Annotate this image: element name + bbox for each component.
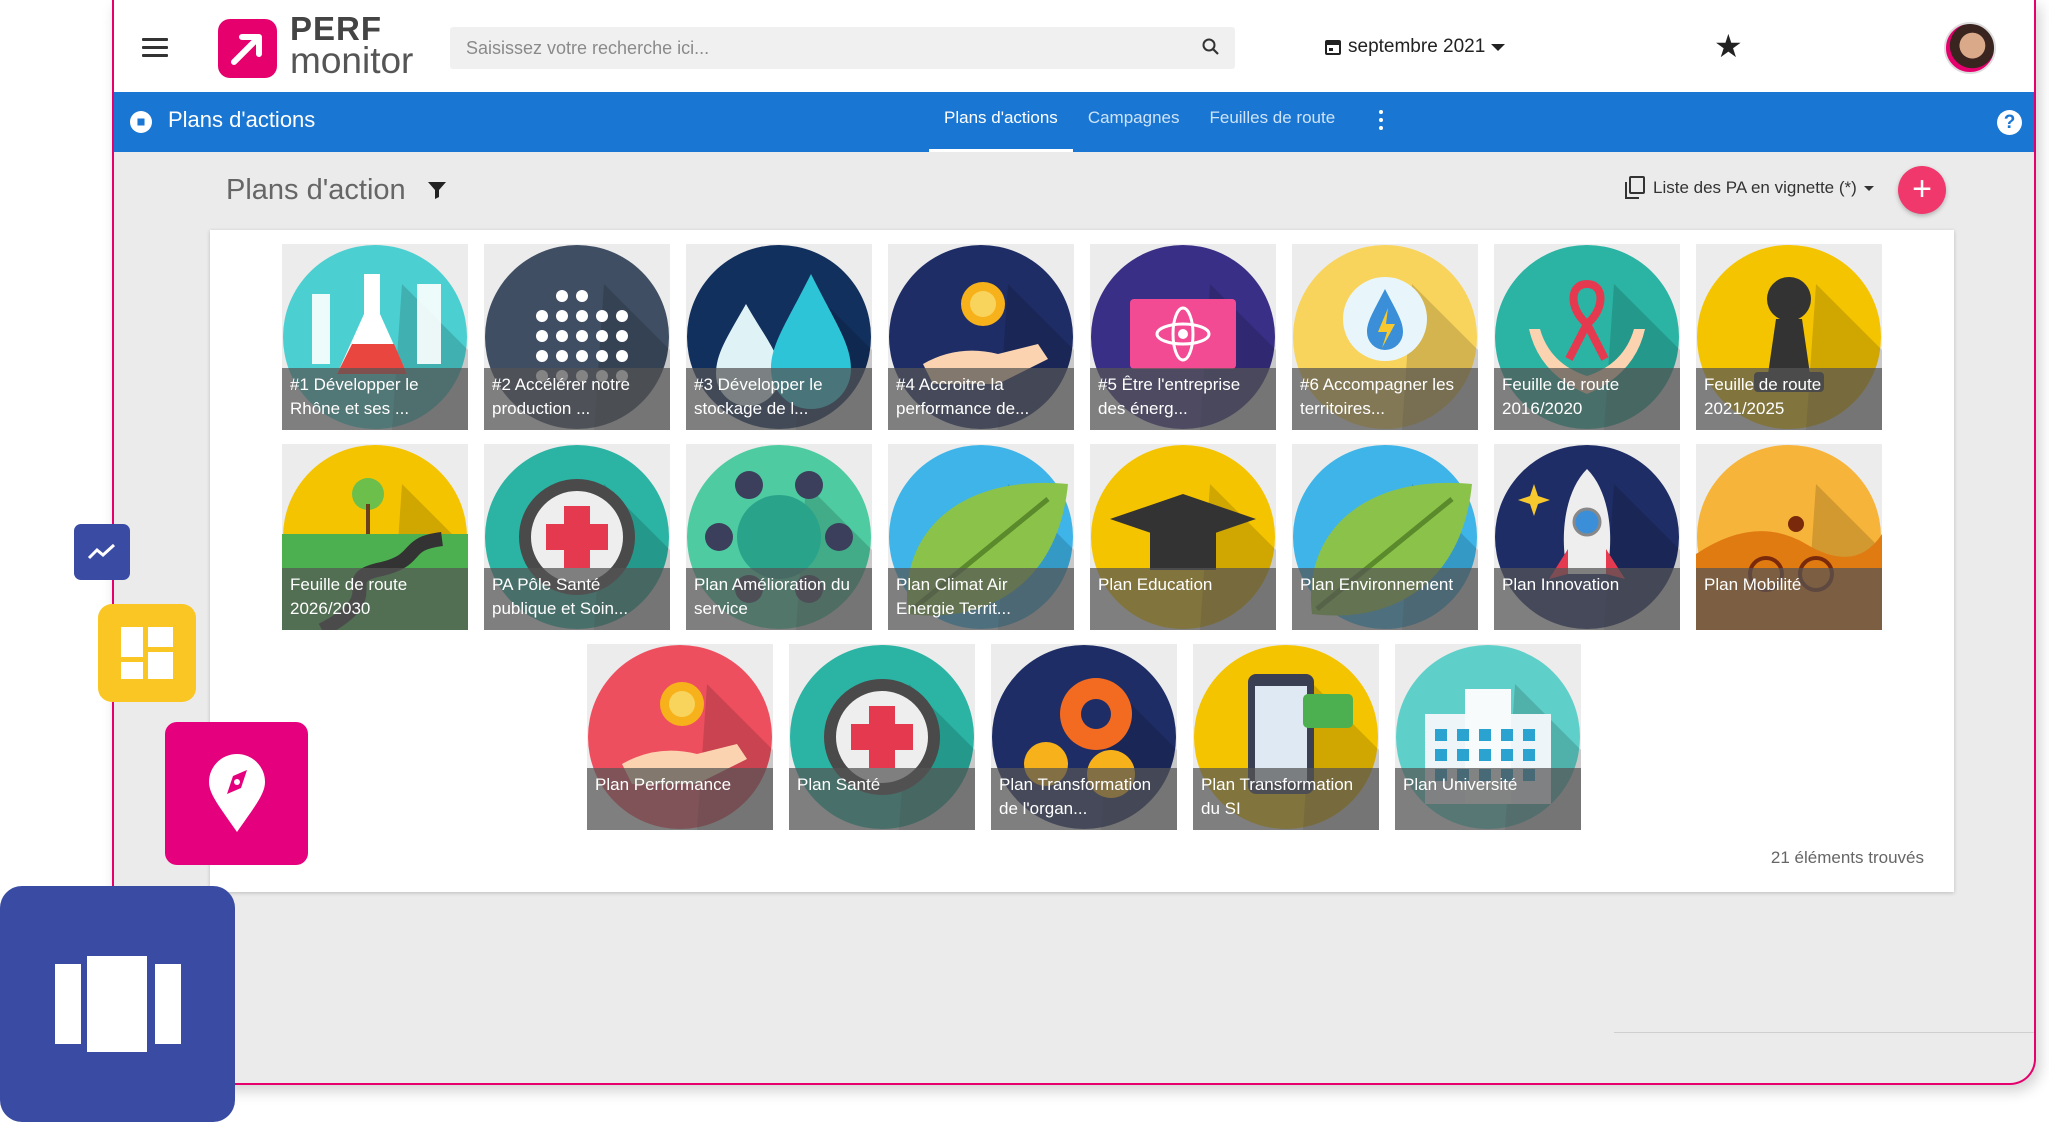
- result-count: 21 éléments trouvés: [1770, 848, 1924, 867]
- plan-tile-label: Feuille de route 2021/2025: [1696, 368, 1882, 430]
- plan-tile-label: Plan Santé: [789, 768, 975, 830]
- search-box: [450, 27, 1235, 69]
- plan-tile-label: Plan Mobilité: [1696, 568, 1882, 630]
- plan-tile-label: Plan Climat Air Energie Territ...: [888, 568, 1074, 630]
- logo-wordmark: PERF monitor: [290, 12, 414, 81]
- plan-tile-label: Plan Transformation du SI: [1193, 768, 1379, 830]
- app-window: PERF monitor septembre 2021 ★ Plans d'ac…: [112, 0, 2036, 1085]
- plan-tile[interactable]: #3 Développer le stockage de l...: [686, 244, 872, 430]
- tile-row: Plan Performance Plan Santé Plan Transform…: [587, 644, 1581, 830]
- plan-tile-label: #4 Accroitre la performance de...: [888, 368, 1074, 430]
- logo-icon: [218, 19, 277, 78]
- calendar-icon: [1325, 40, 1341, 55]
- tab-bar: Plans d'actions Campagnes Feuilles de ro…: [929, 92, 1350, 152]
- plan-tile-label: #3 Développer le stockage de l...: [686, 368, 872, 430]
- plan-tile-label: Plan Université: [1395, 768, 1581, 830]
- section-title: Plans d'actions: [168, 107, 316, 132]
- chevron-down-icon: [1863, 185, 1874, 191]
- view-mode-select[interactable]: Liste des PA en vignette (*): [1624, 176, 1874, 200]
- plan-tile[interactable]: Plan Environnement: [1292, 444, 1478, 630]
- plan-tile[interactable]: #1 Développer le Rhône et ses ...: [282, 244, 468, 430]
- tab-campagnes[interactable]: Campagnes: [1073, 92, 1195, 152]
- tab-feuilles-de-route[interactable]: Feuilles de route: [1194, 92, 1350, 152]
- date-label: septembre 2021: [1348, 36, 1486, 57]
- plan-tile-label: Plan Transformation de l'organ...: [991, 768, 1177, 830]
- avatar[interactable]: [1944, 22, 1996, 74]
- trend-chart-icon[interactable]: [74, 524, 130, 580]
- dashboard-icon[interactable]: [98, 604, 196, 702]
- plan-tile[interactable]: Plan Transformation de l'organ...: [991, 644, 1177, 830]
- plan-tile-label: PA Pôle Santé publique et Soin...: [484, 568, 670, 630]
- plan-tile[interactable]: #4 Accroitre la performance de...: [888, 244, 1074, 430]
- filter-icon[interactable]: [427, 180, 447, 205]
- star-icon[interactable]: ★: [1714, 30, 1743, 62]
- plan-tile[interactable]: Plan Climat Air Energie Territ...: [888, 444, 1074, 630]
- plan-tile[interactable]: Feuille de route 2026/2030: [282, 444, 468, 630]
- plan-tile[interactable]: Plan Université: [1395, 644, 1581, 830]
- plan-tile-label: Plan Performance: [587, 768, 773, 830]
- search-icon[interactable]: [1201, 37, 1221, 62]
- plan-tile-label: #1 Développer le Rhône et ses ...: [282, 368, 468, 430]
- plan-tile[interactable]: Feuille de route 2021/2025: [1696, 244, 1882, 430]
- tab-plans-actions[interactable]: Plans d'actions: [929, 92, 1073, 152]
- plan-tile[interactable]: #2 Accélérer notre production ...: [484, 244, 670, 430]
- compass-icon: [130, 111, 152, 133]
- plan-tile[interactable]: Plan Santé: [789, 644, 975, 830]
- location-compass-icon[interactable]: [165, 722, 308, 865]
- date-picker[interactable]: septembre 2021: [1324, 32, 1506, 62]
- view-mode-label: Liste des PA en vignette (*): [1653, 178, 1857, 197]
- logo-line-2: monitor: [290, 39, 414, 81]
- plan-tile[interactable]: Plan Amélioration du service: [686, 444, 872, 630]
- search-input[interactable]: [450, 27, 1180, 69]
- divider: [1614, 1032, 2034, 1033]
- plan-tile-label: #2 Accélérer notre production ...: [484, 368, 670, 430]
- section-nav: Plans d'actions Plans d'actions Campagne…: [114, 92, 2034, 152]
- help-icon[interactable]: ?: [1997, 110, 2022, 135]
- plan-tile[interactable]: Plan Performance: [587, 644, 773, 830]
- more-vert-icon[interactable]: [1379, 110, 1385, 134]
- plan-tile-label: Feuille de route 2026/2030: [282, 568, 468, 630]
- tiles-panel: #1 Développer le Rhône et ses ... #2 Accé…: [210, 230, 1954, 892]
- plan-tile-label: #6 Accompagner les territoires...: [1292, 368, 1478, 430]
- plan-tile-label: Feuille de route 2016/2020: [1494, 368, 1680, 430]
- tile-row: Feuille de route 2026/2030 PA Pôle Santé …: [282, 444, 1882, 630]
- tile-row: #1 Développer le Rhône et ses ... #2 Accé…: [282, 244, 1882, 430]
- plan-tile-label: #5 Être l'entreprise des énerg...: [1090, 368, 1276, 430]
- plan-tile[interactable]: Plan Mobilité: [1696, 444, 1882, 630]
- hamburger-icon[interactable]: [142, 38, 168, 58]
- plan-tile[interactable]: Plan Education: [1090, 444, 1276, 630]
- plan-tile[interactable]: #5 Être l'entreprise des énerg...: [1090, 244, 1276, 430]
- plan-tile-label: Plan Amélioration du service: [686, 568, 872, 630]
- top-bar: PERF monitor septembre 2021 ★: [114, 0, 2034, 92]
- plan-tile-label: Plan Education: [1090, 568, 1276, 630]
- plan-tile[interactable]: Plan Transformation du SI: [1193, 644, 1379, 830]
- plan-tile[interactable]: #6 Accompagner les territoires...: [1292, 244, 1478, 430]
- copy-icon: [1625, 176, 1645, 199]
- plan-tile[interactable]: Plan Innovation: [1494, 444, 1680, 630]
- chevron-down-icon: [1491, 43, 1506, 51]
- kanban-board-icon[interactable]: [0, 886, 235, 1122]
- add-plan-button[interactable]: +: [1898, 166, 1946, 214]
- plan-tile-label: Plan Environnement: [1292, 568, 1478, 630]
- plan-tile-label: Plan Innovation: [1494, 568, 1680, 630]
- plan-tile[interactable]: Feuille de route 2016/2020: [1494, 244, 1680, 430]
- page-title: Plans d'action: [226, 174, 406, 206]
- plan-tile[interactable]: PA Pôle Santé publique et Soin...: [484, 444, 670, 630]
